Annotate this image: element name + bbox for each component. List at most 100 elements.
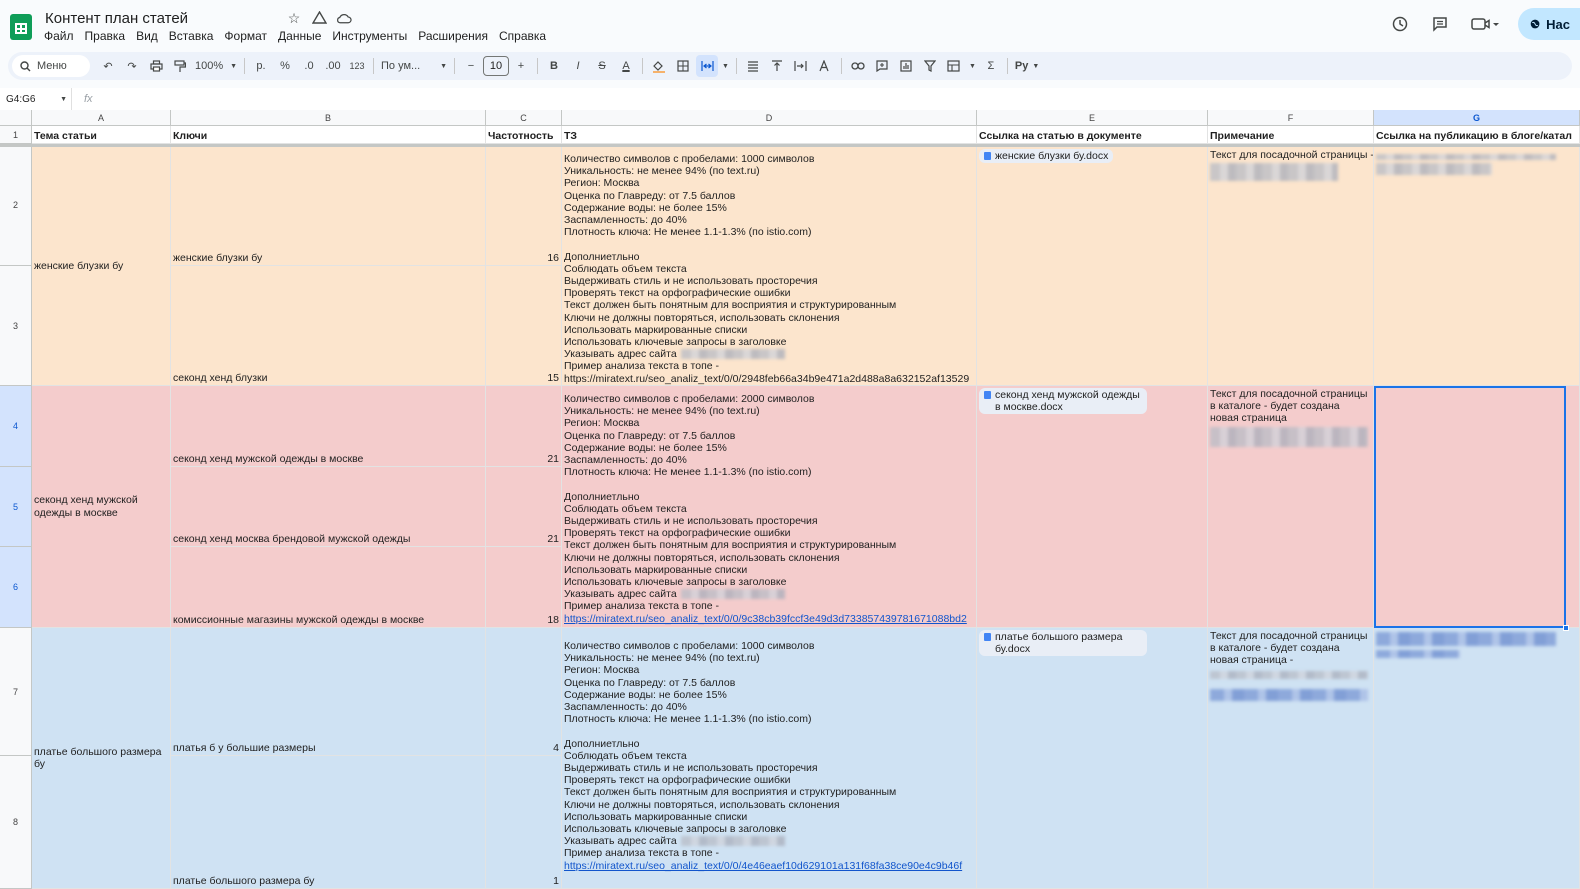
document-title[interactable]: Контент план статей	[42, 9, 191, 28]
vertical-align-icon[interactable]	[766, 55, 788, 77]
tz-cell[interactable]: Количество символов с пробелами: 1000 си…	[562, 147, 977, 386]
menu-view[interactable]: Вид	[132, 28, 162, 44]
more-formats-button[interactable]: 123	[346, 55, 368, 77]
functions-button[interactable]: Σ	[980, 55, 1002, 77]
text-color-button[interactable]: A	[615, 55, 637, 77]
print-icon[interactable]	[145, 55, 167, 77]
insert-link-icon[interactable]	[847, 55, 869, 77]
filter-views-icon[interactable]	[943, 55, 965, 77]
frequency-cell[interactable]: 21	[486, 386, 562, 467]
analysis-link[interactable]: https://miratext.ru/seo_analiz_text/0/0/…	[564, 613, 974, 625]
doc-link-cell[interactable]: женские блузки бу.docx	[977, 147, 1208, 386]
frequency-cell[interactable]: 16	[486, 147, 562, 266]
menu-tools[interactable]: Инструменты	[328, 28, 411, 44]
sheets-logo-icon[interactable]	[10, 14, 32, 40]
row-header-1[interactable]: 1	[0, 126, 32, 144]
insert-chart-icon[interactable]	[895, 55, 917, 77]
header-cell-keys[interactable]: Ключи	[171, 126, 486, 144]
menu-file[interactable]: Файл	[40, 28, 78, 44]
row-header-5[interactable]: 5	[0, 467, 32, 547]
file-chip[interactable]: женские блузки бу.docx	[979, 149, 1114, 163]
header-cell-publication-link[interactable]: Ссылка на публикацию в блоге/катал	[1374, 126, 1580, 144]
frequency-cell[interactable]: 4	[486, 628, 562, 756]
header-cell-note[interactable]: Примечание	[1208, 126, 1374, 144]
key-cell[interactable]: секонд хенд блузки	[171, 266, 486, 386]
filter-icon[interactable]	[919, 55, 941, 77]
note-cell[interactable]: Текст для посадочной страницы -	[1208, 147, 1374, 386]
column-header-a[interactable]: A	[32, 110, 171, 126]
header-cell-doc-link[interactable]: Ссылка на статью в документе	[977, 126, 1208, 144]
doc-link-cell[interactable]: платье большого размера бу.docx	[977, 628, 1208, 889]
key-cell[interactable]: платья б у большие размеры	[171, 628, 486, 756]
menu-edit[interactable]: Правка	[81, 28, 130, 44]
row-header-3[interactable]: 3	[0, 266, 32, 386]
column-header-f[interactable]: F	[1208, 110, 1374, 126]
font-size-input[interactable]: 10	[483, 56, 509, 76]
header-cell-tz[interactable]: ТЗ	[562, 126, 977, 144]
currency-format-button[interactable]: р.	[250, 55, 272, 77]
insert-comment-icon[interactable]	[871, 55, 893, 77]
key-cell[interactable]: секонд хенд москва брендовой мужской оде…	[171, 467, 486, 547]
column-header-g[interactable]: G	[1374, 110, 1580, 126]
doc-link-cell[interactable]: секонд хенд мужской одежды в москве.docx	[977, 386, 1208, 628]
row-header-8[interactable]: 8	[0, 756, 32, 889]
comments-icon[interactable]	[1428, 12, 1452, 36]
row-header-2[interactable]: 2	[0, 144, 32, 266]
input-tools-button[interactable]: Ру ▼	[1013, 55, 1041, 77]
borders-icon[interactable]	[672, 55, 694, 77]
decrease-decimal-button[interactable]: .0	[298, 55, 320, 77]
meet-icon[interactable]	[1468, 12, 1502, 36]
font-size-decrease-icon[interactable]: −	[460, 55, 482, 77]
note-cell[interactable]: Текст для посадочной страницы в каталоге…	[1208, 386, 1374, 628]
font-size-increase-icon[interactable]: +	[510, 55, 532, 77]
key-cell[interactable]: женские блузки бу	[171, 147, 486, 266]
zoom-select[interactable]: 100% ▼	[193, 55, 239, 77]
publication-link-cell[interactable]	[1374, 147, 1580, 386]
publication-link-cell[interactable]	[1374, 386, 1580, 628]
bold-button[interactable]: B	[543, 55, 565, 77]
share-button[interactable]: Нас	[1518, 8, 1580, 40]
menu-extensions[interactable]: Расширения	[414, 28, 492, 44]
frequency-cell[interactable]: 1	[486, 756, 562, 889]
chevron-down-icon[interactable]: ▼	[720, 55, 731, 77]
key-cell[interactable]: секонд хенд мужской одежды в москве	[171, 386, 486, 467]
percent-format-button[interactable]: %	[274, 55, 296, 77]
header-cell-topic[interactable]: Тема статьи	[32, 126, 171, 144]
cloud-saved-icon[interactable]	[336, 10, 352, 26]
fill-color-icon[interactable]	[648, 55, 670, 77]
file-chip[interactable]: платье большого размера бу.docx	[979, 630, 1147, 656]
column-header-d[interactable]: D	[562, 110, 977, 126]
column-header-e[interactable]: E	[977, 110, 1208, 126]
analysis-link[interactable]: https://miratext.ru/seo_analiz_text/0/0/…	[564, 860, 974, 872]
frequency-cell[interactable]: 21	[486, 467, 562, 547]
select-all-corner[interactable]	[0, 110, 32, 126]
frequency-cell[interactable]: 18	[486, 547, 562, 628]
menu-help[interactable]: Справка	[495, 28, 550, 44]
star-icon[interactable]: ☆	[286, 10, 302, 26]
key-cell[interactable]: платье большого размера бу	[171, 756, 486, 889]
file-chip[interactable]: секонд хенд мужской одежды в москве.docx	[979, 388, 1147, 414]
chevron-down-icon[interactable]: ▼	[967, 55, 978, 77]
row-header-7[interactable]: 7	[0, 628, 32, 756]
header-cell-frequency[interactable]: Частотность	[486, 126, 562, 144]
topic-cell[interactable]: секонд хенд мужской одежды в москве	[32, 386, 171, 628]
note-cell[interactable]: Текст для посадочной страницы в каталоге…	[1208, 628, 1374, 889]
fill-handle[interactable]	[1563, 625, 1569, 631]
font-select[interactable]: По ум... ▼	[379, 55, 449, 77]
menu-insert[interactable]: Вставка	[165, 28, 218, 44]
text-wrapping-icon[interactable]	[790, 55, 812, 77]
increase-decimal-button[interactable]: .00	[322, 55, 344, 77]
redo-icon[interactable]: ↷	[121, 55, 143, 77]
tz-cell[interactable]: Количество символов с пробелами: 2000 си…	[562, 386, 977, 628]
name-box[interactable]: G4:G6 ▼	[0, 88, 72, 110]
move-to-drive-icon[interactable]	[311, 10, 327, 26]
analysis-link[interactable]: https://miratext.ru/seo_analiz_text/0/0/…	[564, 373, 974, 385]
topic-cell[interactable]: женские блузки бу	[32, 147, 171, 386]
menu-data[interactable]: Данные	[274, 28, 325, 44]
paint-format-icon[interactable]	[169, 55, 191, 77]
version-history-icon[interactable]	[1388, 12, 1412, 36]
strikethrough-button[interactable]: S	[591, 55, 613, 77]
horizontal-align-icon[interactable]	[742, 55, 764, 77]
row-header-6[interactable]: 6	[0, 547, 32, 628]
key-cell[interactable]: комиссионные магазины мужской одежды в м…	[171, 547, 486, 628]
